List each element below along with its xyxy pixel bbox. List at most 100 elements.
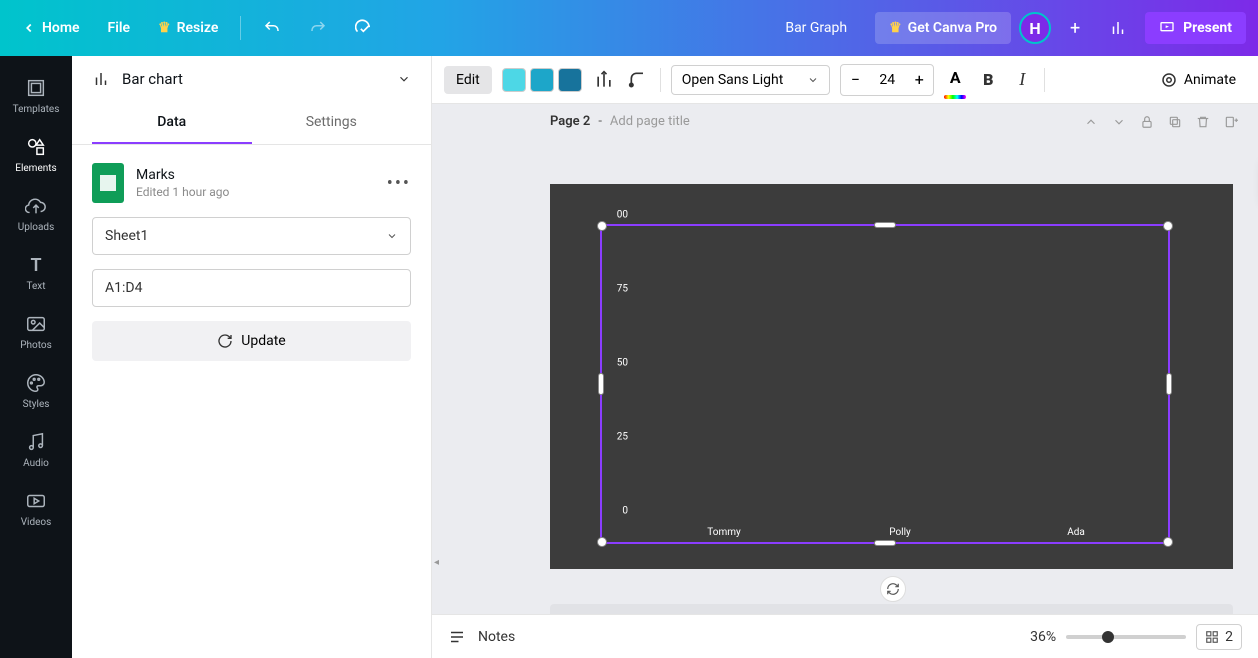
workspace[interactable]: Page 2 - Add page title •••	[432, 104, 1258, 614]
lock-icon	[1140, 115, 1154, 129]
page-up-button[interactable]	[1084, 115, 1098, 129]
lock-button[interactable]	[1140, 115, 1154, 129]
text-icon: T	[24, 253, 48, 277]
templates-icon	[24, 76, 48, 100]
chart-plot	[636, 230, 1164, 518]
photo-icon	[24, 312, 48, 336]
panel-tabs: Data Settings	[72, 102, 431, 145]
bar-chart-icon	[92, 70, 110, 88]
redo-icon	[309, 19, 327, 37]
linked-file-row: Marks Edited 1 hour ago •••	[92, 163, 411, 203]
add-page-button[interactable]	[1224, 115, 1238, 129]
palette-icon	[24, 371, 48, 395]
divider	[240, 16, 241, 40]
google-sheets-icon	[92, 163, 124, 203]
chevron-up-icon	[1084, 115, 1098, 129]
zoom-slider[interactable]	[1066, 635, 1186, 639]
chevron-down-icon	[807, 74, 819, 86]
y-tick-label: 00	[617, 210, 628, 221]
spacing-icon	[594, 70, 614, 90]
scroll-left-arrow[interactable]: ◂	[434, 557, 439, 568]
decrease-size-button[interactable]: −	[841, 65, 869, 95]
resize-button[interactable]: ♛ Resize	[148, 14, 228, 42]
text-color-button[interactable]: A	[944, 68, 966, 91]
video-icon	[24, 489, 48, 513]
document-title[interactable]: Bar Graph	[393, 20, 867, 36]
x-axis: TommyPollyAda	[636, 527, 1164, 538]
swatch-2[interactable]	[530, 68, 554, 92]
trash-icon	[1196, 115, 1210, 129]
range-input[interactable]: A1:D4	[92, 269, 411, 307]
chart-type-header[interactable]: Bar chart	[72, 56, 431, 102]
home-button[interactable]: Home	[12, 14, 90, 42]
play-icon	[1159, 20, 1175, 36]
notes-button[interactable]: Notes	[478, 629, 515, 645]
x-tick-label: Ada	[988, 527, 1164, 538]
page-title-input[interactable]: Add page title	[610, 114, 690, 129]
side-rail: Templates Elements Uploads TText Photos …	[0, 56, 72, 658]
spacing-button[interactable]	[592, 68, 616, 92]
rail-audio[interactable]: Audio	[0, 420, 72, 479]
context-toolbar: Edit Open Sans Light − 24 + A B I	[432, 56, 1258, 104]
crown-icon: ♛	[889, 20, 902, 36]
copy-icon	[1168, 115, 1182, 129]
page-label: Page 2	[550, 114, 590, 129]
bar-chart-icon	[1109, 19, 1127, 37]
page-down-button[interactable]	[1112, 115, 1126, 129]
file-button[interactable]: File	[98, 14, 141, 42]
rainbow-underline-icon	[944, 95, 966, 99]
insights-button[interactable]	[1099, 13, 1137, 43]
file-menu-button[interactable]: •••	[387, 173, 411, 194]
duplicate-page-button[interactable]	[1168, 115, 1182, 129]
y-tick-label: 75	[617, 284, 628, 295]
crown-icon: ♛	[158, 20, 171, 36]
rail-text[interactable]: TText	[0, 243, 72, 302]
rail-videos[interactable]: Videos	[0, 479, 72, 538]
swatch-3[interactable]	[558, 68, 582, 92]
add-page-icon	[1224, 115, 1238, 129]
rail-elements[interactable]: Elements	[0, 125, 72, 184]
font-size-control: − 24 +	[840, 64, 934, 96]
present-button[interactable]: Present	[1145, 12, 1246, 44]
animate-icon	[1160, 71, 1178, 89]
zoom-knob[interactable]	[1102, 631, 1114, 643]
chart-selection[interactable]: 025507500 TommyPollyAda	[600, 224, 1170, 544]
edit-button[interactable]: Edit	[444, 66, 492, 94]
get-pro-button[interactable]: ♛ Get Canva Pro	[875, 12, 1011, 44]
add-page-bar[interactable]: + Add page	[550, 604, 1233, 614]
font-size-value[interactable]: 24	[869, 72, 905, 88]
cloud-sync-button[interactable]	[345, 12, 385, 44]
zoom-value[interactable]: 36%	[1030, 629, 1056, 645]
page-canvas[interactable]: 025507500 TommyPollyAda	[550, 184, 1233, 569]
font-dropdown[interactable]: Open Sans Light	[671, 65, 831, 95]
rail-uploads[interactable]: Uploads	[0, 184, 72, 243]
sync-icon	[886, 582, 900, 596]
add-member-button[interactable]: +	[1059, 12, 1091, 44]
sheet-select[interactable]: Sheet1	[92, 217, 411, 255]
increase-size-button[interactable]: +	[905, 65, 933, 95]
avatar[interactable]: H	[1019, 12, 1051, 44]
sync-badge[interactable]	[880, 576, 906, 602]
tab-data[interactable]: Data	[92, 102, 252, 144]
delete-page-button[interactable]	[1196, 115, 1210, 129]
y-tick-label: 25	[617, 432, 628, 443]
rounded-button[interactable]	[626, 68, 650, 92]
swatch-1[interactable]	[502, 68, 526, 92]
chevron-down-icon	[1112, 115, 1126, 129]
undo-icon	[263, 19, 281, 37]
rail-styles[interactable]: Styles	[0, 361, 72, 420]
animate-button[interactable]: Animate	[1150, 65, 1246, 95]
music-icon	[24, 430, 48, 454]
page-indicator[interactable]: 2	[1196, 624, 1242, 650]
update-button[interactable]: Update	[92, 321, 411, 361]
tab-settings[interactable]: Settings	[252, 102, 412, 144]
italic-button[interactable]: I	[1010, 68, 1034, 92]
bold-button[interactable]: B	[976, 68, 1000, 92]
rail-templates[interactable]: Templates	[0, 66, 72, 125]
undo-button[interactable]	[253, 13, 291, 43]
rail-photos[interactable]: Photos	[0, 302, 72, 361]
redo-button[interactable]	[299, 13, 337, 43]
bar-chart: 025507500 TommyPollyAda	[602, 226, 1168, 542]
top-bar: Home File ♛ Resize Bar Graph ♛ Get Canva…	[0, 0, 1258, 56]
chevron-down-icon	[386, 230, 398, 242]
